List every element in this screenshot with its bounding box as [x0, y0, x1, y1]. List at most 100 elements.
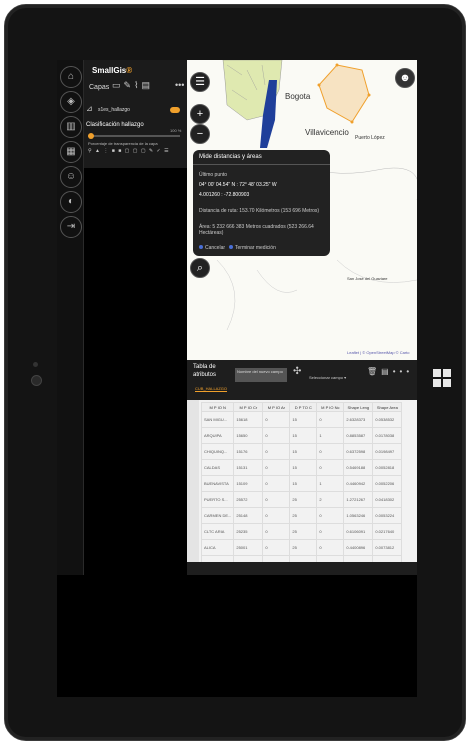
table-row[interactable]: ARQUIPA 15650 0 15 1 0.8853587 0.0178038 [200, 427, 403, 444]
book-icon[interactable]: ▭ [112, 80, 124, 90]
table-cell[interactable]: 15 [289, 411, 318, 428]
table-row[interactable]: CARMEN DE... 25148 0 25 0 1.0563246 0.0053224 [200, 507, 403, 524]
map-icon[interactable]: ▤ [141, 80, 153, 90]
table-cell[interactable]: 0.0217640 [372, 523, 403, 540]
table-cell[interactable]: 0.0418302 [372, 491, 403, 508]
menu-button[interactable]: ☰ [190, 72, 210, 92]
table-cell[interactable]: 0 [316, 507, 345, 524]
table-cell[interactable]: 25148 [233, 507, 264, 524]
table-cell[interactable]: 0.0198497 [372, 443, 403, 460]
column-header[interactable]: M P IO N [200, 402, 235, 412]
table-cell[interactable]: 0 [262, 539, 291, 556]
table-cell[interactable]: 15131 [233, 459, 264, 476]
layer-action-icons[interactable]: ⚲ ▲ ⋮ ■ ■ ▢ ▢ ▢ ✎ ✓ ☰ [88, 148, 170, 154]
table-cell[interactable]: 0 [262, 523, 291, 540]
search-button[interactable]: ⌕ [190, 258, 210, 278]
table-cell[interactable]: 0.6372598 [343, 443, 374, 460]
table-cell[interactable]: 25 [289, 539, 318, 556]
user-icon[interactable]: ☺ [60, 166, 82, 188]
table-cell[interactable]: 0.0073812 [372, 539, 403, 556]
table-cell[interactable]: 25001 [233, 539, 264, 556]
zoom-out-button[interactable]: − [190, 124, 210, 144]
table-cell[interactable]: 0 [262, 411, 291, 428]
table-row[interactable]: CLTC ARIA 25235 0 25 0 0.6106091 0.0217640 [200, 523, 403, 540]
table-row[interactable]: NARAMA2543802300.47715380.0047749 [200, 555, 403, 562]
table-cell[interactable]: 2 [316, 491, 345, 508]
home-icon[interactable]: ⌂ [60, 66, 82, 88]
layer-tools[interactable]: ▭✎⌇▤ [112, 80, 153, 91]
table-cell[interactable]: 25 [289, 507, 318, 524]
table-cell[interactable]: ARQUIPA [200, 427, 235, 444]
cancel-button[interactable]: Cancelar [199, 245, 225, 251]
table-cell[interactable]: 0.0052818 [372, 459, 403, 476]
column-header[interactable]: Shape Leng [343, 402, 374, 412]
new-field-input[interactable]: Nombre del nuevo campo [235, 368, 287, 382]
slider-handle[interactable] [88, 133, 94, 139]
table-cell[interactable]: 0.4460942 [343, 475, 374, 492]
table-cell[interactable]: 0.4400896 [343, 539, 374, 556]
table-cell[interactable]: 0 [316, 523, 345, 540]
table-cell[interactable]: 25438 [233, 555, 264, 562]
table-cell[interactable]: 0.0052206 [372, 475, 403, 492]
table-cell[interactable]: 23 [289, 555, 318, 562]
export-icon[interactable]: ▤ [381, 367, 393, 376]
table-cell[interactable]: 0.0053224 [372, 507, 403, 524]
table-cell[interactable]: 15 [289, 475, 318, 492]
more-icon[interactable]: ••• [175, 80, 184, 90]
table-cell[interactable]: 0.0538532 [372, 411, 403, 428]
table-cell[interactable]: CLTC ARIA [200, 523, 235, 540]
table-cell[interactable]: 25 [289, 491, 318, 508]
table-cell[interactable]: 25235 [233, 523, 264, 540]
table-cell[interactable]: 15176 [233, 443, 264, 460]
table-row[interactable]: CALDAS 15131 0 15 0 0.5469188 0.0052818 [200, 459, 403, 476]
table-cell[interactable]: 0 [262, 555, 291, 562]
table-cell[interactable]: 1 [316, 475, 345, 492]
table-cell[interactable]: SAN MIGU... [200, 411, 235, 428]
table-cell[interactable]: PUERTO S... [200, 491, 235, 508]
table-cell[interactable]: 25572 [233, 491, 264, 508]
table-cell[interactable]: 0.8853587 [343, 427, 374, 444]
windows-logo-icon[interactable] [433, 369, 451, 387]
more-icon[interactable]: ••• [393, 367, 413, 376]
table-cell[interactable]: 0 [262, 475, 291, 492]
table-cell[interactable]: CARMEN DE... [200, 507, 235, 524]
delete-icon[interactable]: 🗑 [367, 367, 381, 376]
table-row[interactable]: BUENAVISTA 15109 0 15 1 0.4460942 0.0052206 [200, 475, 403, 492]
layer-visibility-toggle[interactable] [170, 107, 180, 113]
table-cell[interactable]: 0 [262, 427, 291, 444]
layer-tab[interactable]: CUB_HALLAZGO [195, 386, 228, 392]
book-icon[interactable]: ▥ [60, 116, 82, 138]
table-cell[interactable]: 0.5469188 [343, 459, 374, 476]
table-cell[interactable]: 0.0047749 [372, 555, 403, 562]
exit-icon[interactable]: ⇥ [60, 216, 82, 238]
table-cell[interactable]: 0 [316, 459, 345, 476]
table-actions[interactable]: 🗑▤••• [367, 367, 413, 376]
column-header[interactable]: M P IO Ar [262, 402, 291, 412]
table-cell[interactable]: 0.0178038 [372, 427, 403, 444]
layers-icon[interactable]: ◈ [60, 91, 82, 113]
table-cell[interactable]: 1.0563246 [343, 507, 374, 524]
table-cell[interactable]: 0 [262, 443, 291, 460]
table-cell[interactable]: 15 [289, 427, 318, 444]
table-cell[interactable]: 0.4771538 [343, 555, 374, 562]
table-cell[interactable]: 15650 [233, 427, 264, 444]
table-cell[interactable]: 1 [316, 427, 345, 444]
finish-measure-button[interactable]: Terminar medición [229, 245, 276, 251]
table-row[interactable]: CHIQUINQ... 15176 0 15 0 0.6372598 0.0198497 [200, 443, 403, 460]
zoom-in-button[interactable]: + [190, 104, 210, 124]
table-cell[interactable]: CALDAS [200, 459, 235, 476]
table-row[interactable]: ALICA 25001 0 25 0 0.4400896 0.0073812 [200, 539, 403, 556]
table-cell[interactable]: 2.6328373 [343, 411, 374, 428]
table-cell[interactable]: 15109 [233, 475, 264, 492]
table-cell[interactable]: CHIQUINQ... [200, 443, 235, 460]
grid-icon[interactable]: ▦ [60, 141, 82, 163]
table-cell[interactable]: 0 [262, 507, 291, 524]
selected-layer[interactable]: Clasificación hallazgo [86, 122, 144, 128]
opacity-slider[interactable] [88, 133, 180, 139]
table-cell[interactable]: 0 [316, 411, 345, 428]
table-cell[interactable]: 15 [289, 443, 318, 460]
user-avatar-icon[interactable]: ☻ [395, 68, 415, 88]
table-cell[interactable]: 0 [316, 443, 345, 460]
add-field-icon[interactable]: ✣ [293, 366, 301, 377]
table-cell[interactable]: 0 [262, 491, 291, 508]
